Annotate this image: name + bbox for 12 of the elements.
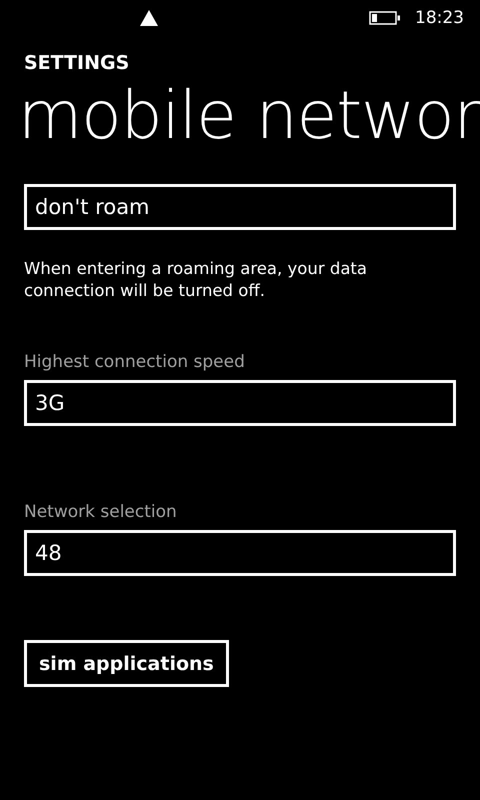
sim-applications-button[interactable]: sim applications: [24, 640, 229, 687]
triangle-icon: [140, 10, 158, 26]
clock-time: 18:23: [415, 8, 464, 28]
app-title: SETTINGS: [24, 52, 130, 74]
battery-icon: [369, 11, 401, 25]
field-label: Highest connection speed: [24, 352, 246, 372]
picker-field[interactable]: 3G: [24, 380, 456, 426]
picker-field[interactable]: don't roam: [24, 184, 456, 230]
picker-field[interactable]: 48: [24, 530, 456, 576]
page-title: mobile networ: [18, 76, 480, 156]
field-label: Network selection: [24, 502, 178, 522]
roaming-note: When entering a roaming area, your data connection will be turned off.: [24, 258, 368, 302]
